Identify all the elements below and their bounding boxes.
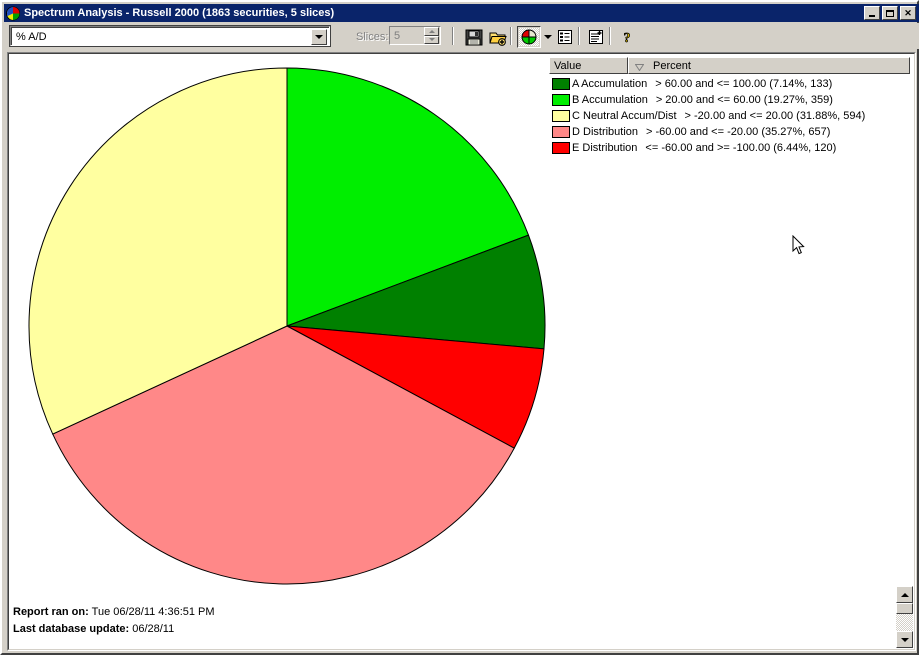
new-report-button[interactable] [584,26,608,48]
legend-color-swatch [552,110,570,122]
slices-decrement-button[interactable] [424,35,439,44]
slices-value: 5 [394,29,401,42]
application-window: Spectrum Analysis - Russell 2000 (1863 s… [0,0,919,655]
db-update-label: Last database update: [13,623,130,635]
sort-descending-icon [634,62,645,72]
legend-row-label: D Distribution [572,126,639,138]
scroll-up-button[interactable] [896,586,913,603]
save-button[interactable] [462,26,486,48]
chevron-down-icon[interactable] [311,28,327,45]
maximize-button[interactable] [882,6,898,20]
legend-row[interactable]: A Accumulation > 60.00 and <= 100.00 (7.1… [549,76,912,92]
chevron-down-icon [544,35,552,39]
report-footer: Report ran on: Tue 06/28/11 4:36:51 PM L… [13,604,513,638]
db-update-line: Last database update: 06/28/11 [13,621,513,638]
legend-color-swatch [552,78,570,90]
legend-row-label: C Neutral Accum/Dist [572,110,677,122]
scroll-down-button[interactable] [896,631,913,648]
scrollbar-track[interactable] [896,603,913,631]
legend-column-value-label: Value [554,59,582,72]
legend-row-label: A Accumulation [572,78,648,90]
legend-row[interactable]: C Neutral Accum/Dist > -20.00 and <= 20.0… [549,108,912,124]
legend-row-label: E Distribution [572,142,638,154]
legend-column-percent[interactable]: Percent [628,57,910,74]
title-bar: Spectrum Analysis - Russell 2000 (1863 s… [4,4,919,22]
legend-column-value[interactable]: Value [549,57,628,74]
legend-row[interactable]: B Accumulation > 20.00 and <= 60.00 (19.2… [549,92,912,108]
scrollbar-thumb[interactable] [896,603,913,614]
legend-panel: Value Percent A Accumulation > 60.00 and … [549,57,912,157]
report-button[interactable] [553,26,577,48]
legend-row-range: > -60.00 and <= -20.00 (35.27%, 657) [646,126,831,138]
open-folder-button[interactable] [486,26,510,48]
slices-label: Slices: [356,31,389,43]
legend-row-range: > 20.00 and <= 60.00 (19.27%, 359) [655,94,833,106]
report-client-area: Value Percent A Accumulation > 60.00 and … [7,52,916,651]
window-title: Spectrum Analysis - Russell 2000 (1863 s… [24,7,335,19]
legend-row-range: <= -60.00 and >= -100.00 (6.44%, 120) [645,142,837,154]
legend-color-swatch [552,126,570,138]
pie-chart-button[interactable] [517,26,541,48]
toolbar: % A/D Slices: 5 ? [4,23,919,49]
svg-text:?: ? [624,31,631,45]
pie-chart-canvas [9,54,548,599]
slices-increment-button[interactable] [424,27,439,36]
toolbar-separator [578,27,580,45]
legend-color-swatch [552,142,570,154]
field-select-value: % A/D [16,30,47,43]
minimize-button[interactable] [864,6,880,20]
report-ran-value: Tue 06/28/11 4:36:51 PM [91,606,215,618]
window-controls: ✕ [864,6,916,20]
legend-row[interactable]: D Distribution > -60.00 and <= -20.00 (35… [549,124,912,140]
db-update-value: 06/28/11 [132,623,175,635]
toolbar-separator [609,27,611,45]
toolbar-separator [510,27,512,45]
legend-row-range: > -20.00 and <= 20.00 (31.88%, 594) [684,110,866,122]
report-ran-label: Report ran on: [13,606,89,618]
help-button[interactable]: ? [615,26,639,48]
toolbar-separator [452,27,454,45]
field-select[interactable]: % A/D [9,25,331,47]
slices-stepper[interactable]: 5 [389,26,441,45]
legend-row-range: > 60.00 and <= 100.00 (7.14%, 133) [655,78,833,90]
pie-chart-icon [5,6,21,21]
vertical-scrollbar[interactable] [896,586,913,648]
report-ran-line: Report ran on: Tue 06/28/11 4:36:51 PM [13,604,513,621]
legend-column-percent-label: Percent [653,59,691,72]
pie-chart [9,54,548,599]
legend-row[interactable]: E Distribution <= -60.00 and >= -100.00 (… [549,140,912,156]
legend-list: A Accumulation > 60.00 and <= 100.00 (7.1… [549,76,912,156]
close-button[interactable]: ✕ [900,6,916,20]
legend-header: Value Percent [549,57,912,74]
legend-row-label: B Accumulation [572,94,648,106]
legend-color-swatch [552,94,570,106]
